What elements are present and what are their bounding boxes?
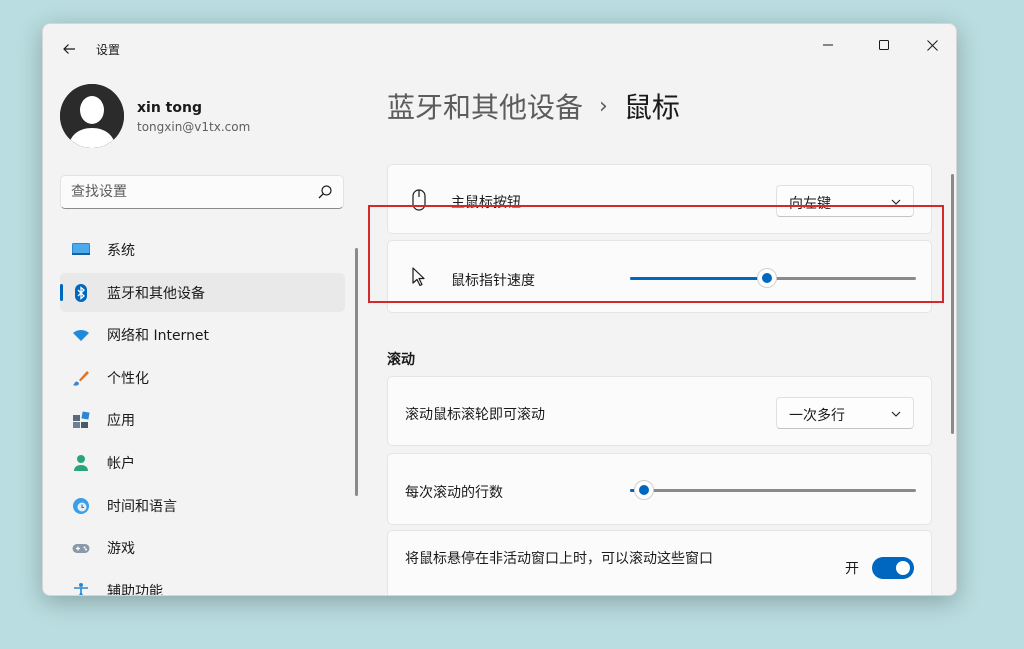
- main-content: 蓝牙和其他设备 › 鼠标 主鼠标按钮 向左键 鼠标指针速度 滚动 滚动鼠标滚轮即…: [361, 72, 956, 595]
- primary-button-value: 向左键: [789, 196, 831, 212]
- accessibility-icon: [74, 582, 88, 595]
- scroll-wheel-card: 滚动鼠标滚轮即可滚动 一次多行: [387, 376, 932, 446]
- sidebar: xin tong tongxin@v1tx.com 系统 蓝牙和其他设备 网络和…: [43, 72, 361, 596]
- sidebar-item-accessibility[interactable]: 辅助功能: [60, 571, 345, 596]
- user-silhouette-icon: [60, 84, 124, 148]
- globe-icon: [73, 497, 89, 514]
- sidebar-item-accounts[interactable]: 帐户: [60, 443, 345, 482]
- page-title: 鼠标: [623, 91, 680, 124]
- account-icon: [74, 454, 88, 471]
- content-scrollbar[interactable]: [951, 174, 954, 434]
- title-bar: 设置: [43, 24, 956, 72]
- bluetooth-icon: [75, 283, 87, 302]
- settings-window: 设置 xin tong tongxin@v1tx.com 查找设置 系统 蓝牙和…: [42, 23, 957, 596]
- search-box[interactable]: [60, 175, 344, 209]
- user-name: xin tong: [137, 100, 202, 116]
- sidebar-item-time-language[interactable]: 时间和语言: [60, 486, 345, 525]
- maximize-icon: [879, 40, 889, 50]
- lines-per-scroll-slider[interactable]: [630, 480, 916, 500]
- wifi-icon: [73, 330, 89, 342]
- lines-per-scroll-label: 每次滚动的行数: [405, 485, 503, 501]
- slider-thumb[interactable]: [757, 268, 778, 288]
- inactive-scroll-toggle[interactable]: [872, 557, 914, 579]
- primary-button-dropdown[interactable]: 向左键: [776, 185, 914, 217]
- slider-thumb[interactable]: [634, 480, 655, 500]
- brush-icon: [73, 370, 89, 386]
- breadcrumb-parent[interactable]: 蓝牙和其他设备: [387, 86, 583, 126]
- sidebar-item-network[interactable]: 网络和 Internet: [60, 315, 345, 354]
- sidebar-item-label: 帐户: [107, 455, 135, 472]
- sidebar-item-personalization[interactable]: 个性化: [60, 358, 345, 397]
- maximize-button[interactable]: [861, 30, 907, 60]
- sidebar-item-system[interactable]: 系统: [60, 230, 345, 269]
- breadcrumb-separator: ›: [599, 93, 608, 119]
- sidebar-item-label: 游戏: [107, 541, 135, 558]
- search-icon[interactable]: [317, 184, 333, 200]
- primary-button-card: 主鼠标按钮 向左键: [387, 164, 932, 234]
- sidebar-item-label: 辅助功能: [107, 583, 163, 596]
- lines-per-scroll-card: 每次滚动的行数: [387, 453, 932, 525]
- slider-track: [630, 489, 916, 492]
- sidebar-item-label: 时间和语言: [107, 498, 177, 515]
- pointer-icon: [412, 267, 425, 287]
- close-icon: [926, 39, 938, 51]
- sidebar-item-label: 网络和 Internet: [107, 328, 210, 345]
- sidebar-item-bluetooth[interactable]: 蓝牙和其他设备: [60, 272, 345, 312]
- sidebar-item-label: 蓝牙和其他设备: [107, 285, 205, 302]
- scrolling-section-title: 滚动: [387, 352, 415, 368]
- sidebar-nav: 系统 蓝牙和其他设备 网络和 Internet 个性化 应用 帐户 时间和语言 …: [60, 230, 345, 596]
- scroll-wheel-value: 一次多行: [789, 408, 845, 424]
- apps-icon: [73, 411, 90, 429]
- mouse-icon: [412, 189, 426, 211]
- sidebar-scrollbar[interactable]: [355, 248, 358, 496]
- system-icon: [72, 243, 90, 255]
- pointer-speed-slider[interactable]: [630, 268, 916, 288]
- pointer-speed-label: 鼠标指针速度: [451, 273, 535, 289]
- scroll-wheel-dropdown[interactable]: 一次多行: [776, 397, 914, 429]
- sidebar-item-apps[interactable]: 应用: [60, 400, 345, 439]
- inactive-scroll-card: 将鼠标悬停在非活动窗口上时，可以滚动这些窗口 开: [387, 530, 932, 595]
- pointer-speed-card: 鼠标指针速度: [387, 240, 932, 313]
- breadcrumb: 蓝牙和其他设备 › 鼠标: [387, 86, 680, 126]
- chevron-down-icon: [891, 199, 901, 205]
- close-button[interactable]: [909, 30, 955, 60]
- toggle-state-text: 开: [845, 561, 859, 577]
- back-button[interactable]: [57, 37, 81, 61]
- gamepad-icon: [72, 544, 90, 554]
- back-arrow-icon: [63, 44, 75, 54]
- primary-button-label: 主鼠标按钮: [451, 195, 521, 211]
- sidebar-item-label: 个性化: [107, 370, 149, 387]
- avatar[interactable]: [60, 84, 124, 148]
- scroll-wheel-label: 滚动鼠标滚轮即可滚动: [405, 407, 545, 423]
- slider-fill: [630, 277, 768, 280]
- sidebar-item-label: 系统: [107, 243, 135, 259]
- minimize-button[interactable]: [805, 30, 851, 60]
- search-input[interactable]: [71, 176, 311, 208]
- minimize-icon: [823, 44, 833, 46]
- app-title: 设置: [96, 43, 121, 57]
- toggle-knob: [896, 561, 910, 575]
- user-email: tongxin@v1tx.com: [137, 120, 251, 134]
- sidebar-item-gaming[interactable]: 游戏: [60, 528, 345, 567]
- sidebar-item-label: 应用: [107, 413, 135, 430]
- inactive-scroll-label: 将鼠标悬停在非活动窗口上时，可以滚动这些窗口: [405, 551, 713, 567]
- chevron-down-icon: [891, 411, 901, 417]
